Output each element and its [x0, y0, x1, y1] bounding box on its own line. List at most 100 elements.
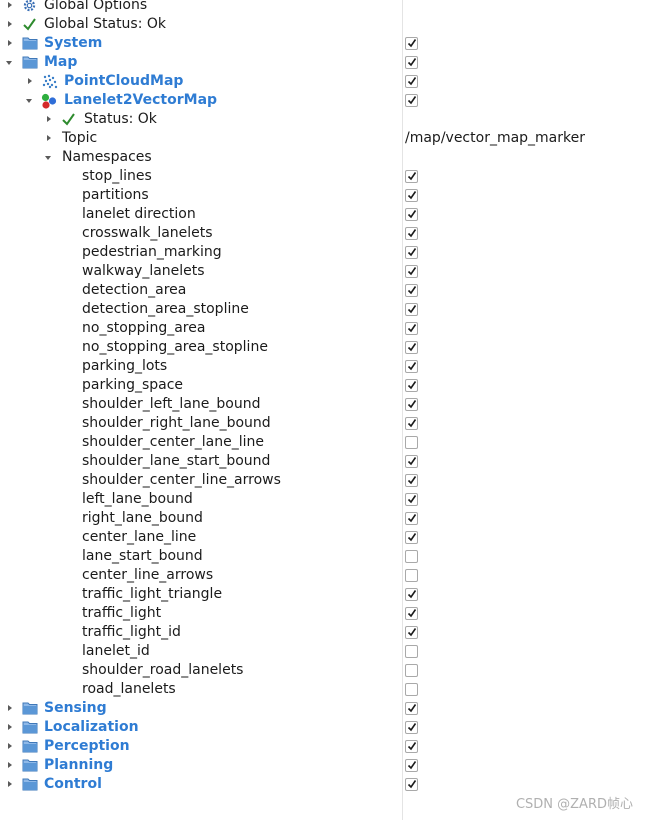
namespace-row-partitions[interactable]: partitions	[0, 186, 647, 205]
namespace-row-detection-area[interactable]: detection_area	[0, 281, 647, 300]
expand-arrow-icon[interactable]	[8, 2, 12, 8]
namespace-checkbox[interactable]	[405, 246, 418, 259]
planning-enable-checkbox[interactable]	[405, 759, 418, 772]
tree-row-control[interactable]: Control	[0, 775, 647, 794]
namespace-row-center-line-arrows[interactable]: center_line_arrows	[0, 566, 647, 585]
namespace-row-detection-area-stopline[interactable]: detection_area_stopline	[0, 300, 647, 319]
namespace-row-traffic-light[interactable]: traffic_light	[0, 604, 647, 623]
tree-row-global-options[interactable]: Global Options	[0, 0, 647, 15]
namespace-checkbox[interactable]	[405, 322, 418, 335]
collapse-arrow-icon[interactable]	[26, 99, 32, 103]
sensing-enable-checkbox[interactable]	[405, 702, 418, 715]
namespace-checkbox[interactable]	[405, 493, 418, 506]
namespace-row-shoulder-center-line-arrows[interactable]: shoulder_center_line_arrows	[0, 471, 647, 490]
tree-row-global-status[interactable]: Global Status: Ok	[0, 15, 647, 34]
localization-enable-checkbox[interactable]	[405, 721, 418, 734]
pointcloudmap-enable-checkbox[interactable]	[405, 75, 418, 88]
namespace-row-shoulder-lane-start-bound[interactable]: shoulder_lane_start_bound	[0, 452, 647, 471]
namespace-row-lane-start-bound[interactable]: lane_start_bound	[0, 547, 647, 566]
namespace-checkbox[interactable]	[405, 550, 418, 563]
expand-arrow-icon[interactable]	[8, 705, 12, 711]
namespace-checkbox[interactable]	[405, 455, 418, 468]
expand-arrow-icon[interactable]	[8, 762, 12, 768]
namespace-row-stop-lines[interactable]: stop_lines	[0, 167, 647, 186]
namespace-row-no-stopping-area-stopline[interactable]: no_stopping_area_stopline	[0, 338, 647, 357]
namespace-row-no-stopping-area[interactable]: no_stopping_area	[0, 319, 647, 338]
namespace-checkbox[interactable]	[405, 436, 418, 449]
namespace-row-shoulder-left-lane-bound[interactable]: shoulder_left_lane_bound	[0, 395, 647, 414]
namespace-label: crosswalk_lanelets	[82, 225, 213, 241]
tree-row-namespaces[interactable]: Namespaces	[0, 148, 647, 167]
tree-row-localization[interactable]: Localization	[0, 718, 647, 737]
control-label: Control	[44, 776, 102, 792]
namespace-checkbox[interactable]	[405, 512, 418, 525]
namespace-row-left-lane-bound[interactable]: left_lane_bound	[0, 490, 647, 509]
expand-arrow-icon[interactable]	[47, 135, 51, 141]
namespace-checkbox[interactable]	[405, 531, 418, 544]
lanelet2vectormap-enable-checkbox[interactable]	[405, 94, 418, 107]
perception-label: Perception	[44, 738, 130, 754]
expand-arrow-icon[interactable]	[8, 40, 12, 46]
namespace-row-pedestrian-marking[interactable]: pedestrian_marking	[0, 243, 647, 262]
namespace-row-parking-space[interactable]: parking_space	[0, 376, 647, 395]
namespace-row-shoulder-road-lanelets[interactable]: shoulder_road_lanelets	[0, 661, 647, 680]
expand-arrow-icon[interactable]	[47, 116, 51, 122]
namespace-row-lanelet-direction[interactable]: lanelet direction	[0, 205, 647, 224]
namespace-checkbox[interactable]	[405, 284, 418, 297]
control-enable-checkbox[interactable]	[405, 778, 418, 791]
namespace-checkbox[interactable]	[405, 379, 418, 392]
namespace-checkbox[interactable]	[405, 189, 418, 202]
namespace-checkbox[interactable]	[405, 569, 418, 582]
namespace-row-shoulder-right-lane-bound[interactable]: shoulder_right_lane_bound	[0, 414, 647, 433]
namespace-checkbox[interactable]	[405, 645, 418, 658]
tree-row-planning[interactable]: Planning	[0, 756, 647, 775]
namespace-row-lanelet-id[interactable]: lanelet_id	[0, 642, 647, 661]
tree-row-sensing[interactable]: Sensing	[0, 699, 647, 718]
tree-row-lanelet2vectormap[interactable]: Lanelet2VectorMap	[0, 91, 647, 110]
namespace-checkbox[interactable]	[405, 303, 418, 316]
namespace-checkbox[interactable]	[405, 588, 418, 601]
expand-arrow-icon[interactable]	[8, 724, 12, 730]
namespace-checkbox[interactable]	[405, 170, 418, 183]
namespace-checkbox[interactable]	[405, 683, 418, 696]
namespace-row-shoulder-center-lane-line[interactable]: shoulder_center_lane_line	[0, 433, 647, 452]
tree-row-pointcloudmap[interactable]: PointCloudMap	[0, 72, 647, 91]
namespace-row-walkway-lanelets[interactable]: walkway_lanelets	[0, 262, 647, 281]
namespace-label: partitions	[82, 187, 149, 203]
namespace-row-traffic-light-triangle[interactable]: traffic_light_triangle	[0, 585, 647, 604]
namespace-checkbox[interactable]	[405, 208, 418, 221]
namespace-row-center-lane-line[interactable]: center_lane_line	[0, 528, 647, 547]
namespace-checkbox[interactable]	[405, 626, 418, 639]
namespace-checkbox[interactable]	[405, 398, 418, 411]
tree-row-map[interactable]: Map	[0, 53, 647, 72]
system-enable-checkbox[interactable]	[405, 37, 418, 50]
topic-value[interactable]: /map/vector_map_marker	[405, 129, 585, 148]
tree-row-lanelet-status[interactable]: Status: Ok	[0, 110, 647, 129]
perception-enable-checkbox[interactable]	[405, 740, 418, 753]
namespace-checkbox[interactable]	[405, 474, 418, 487]
collapse-arrow-icon[interactable]	[45, 156, 51, 160]
map-enable-checkbox[interactable]	[405, 56, 418, 69]
tree-row-perception[interactable]: Perception	[0, 737, 647, 756]
namespace-checkbox[interactable]	[405, 227, 418, 240]
namespace-checkbox[interactable]	[405, 607, 418, 620]
expand-arrow-icon[interactable]	[8, 21, 12, 27]
expand-arrow-icon[interactable]	[28, 78, 32, 84]
namespace-row-parking-lots[interactable]: parking_lots	[0, 357, 647, 376]
namespace-row-road-lanelets[interactable]: road_lanelets	[0, 680, 647, 699]
namespace-checkbox[interactable]	[405, 265, 418, 278]
expand-arrow-icon[interactable]	[8, 781, 12, 787]
namespace-label: lane_start_bound	[82, 548, 203, 564]
namespace-row-traffic-light-id[interactable]: traffic_light_id	[0, 623, 647, 642]
tree-row-topic[interactable]: Topic /map/vector_map_marker	[0, 129, 647, 148]
collapse-arrow-icon[interactable]	[6, 61, 12, 65]
namespace-checkbox[interactable]	[405, 664, 418, 677]
namespace-checkbox[interactable]	[405, 417, 418, 430]
namespace-label: stop_lines	[82, 168, 152, 184]
namespace-row-crosswalk-lanelets[interactable]: crosswalk_lanelets	[0, 224, 647, 243]
namespace-checkbox[interactable]	[405, 341, 418, 354]
namespace-row-right-lane-bound[interactable]: right_lane_bound	[0, 509, 647, 528]
tree-row-system[interactable]: System	[0, 34, 647, 53]
namespace-checkbox[interactable]	[405, 360, 418, 373]
expand-arrow-icon[interactable]	[8, 743, 12, 749]
